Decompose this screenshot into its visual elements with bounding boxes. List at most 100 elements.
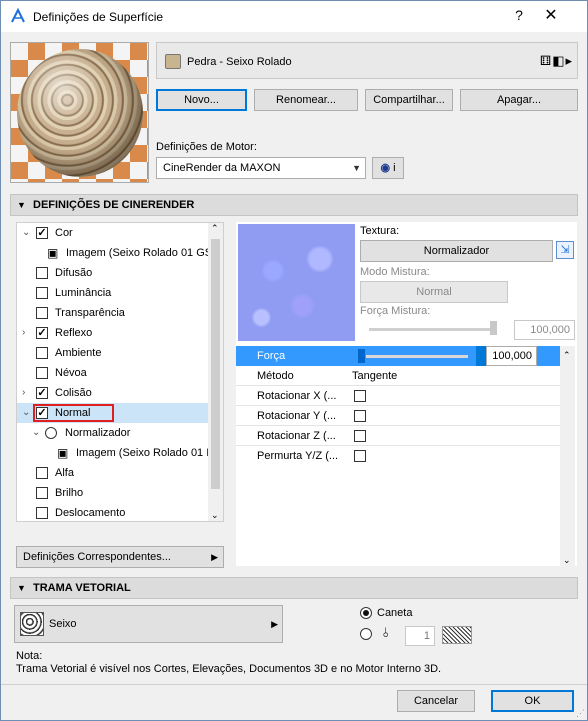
material-options-icon[interactable]: ⚅◧▸ — [540, 53, 573, 69]
checkbox-luminancia[interactable] — [36, 287, 48, 299]
material-name: Pedra - Seixo Rolado — [187, 56, 292, 68]
cancel-button[interactable]: Cancelar — [397, 690, 475, 712]
checkbox-ambiente[interactable] — [36, 347, 48, 359]
radio-pen-number[interactable] — [360, 628, 372, 640]
engine-info-button[interactable]: ◉ i — [372, 157, 404, 179]
checkbox-rot-z[interactable] — [354, 430, 366, 442]
tree-scrollbar[interactable]: ⌃ ⌄ — [208, 223, 223, 521]
prop-row-method[interactable]: Método Tangente — [236, 366, 572, 386]
checkbox-rot-x[interactable] — [354, 390, 366, 402]
blend-mode-label: Modo Mistura: — [360, 266, 430, 278]
chevron-down-icon: ▼ — [352, 163, 361, 173]
tree-item-alfa[interactable]: Alfa — [17, 463, 209, 483]
engine-value: CineRender da MAXON — [163, 162, 281, 174]
texture-button[interactable]: Normalizador — [360, 240, 553, 262]
tree-item-deslocamento[interactable]: Deslocamento — [17, 503, 209, 521]
checkbox-alfa[interactable] — [36, 467, 48, 479]
blend-strength-label: Força Mistura: — [360, 305, 431, 317]
material-selector[interactable]: Pedra - Seixo Rolado ⚅◧▸ — [156, 42, 578, 79]
scroll-down-icon[interactable]: ⌄ — [563, 555, 571, 566]
radio-dot — [363, 610, 369, 616]
rename-button[interactable]: Renomear... — [254, 89, 358, 111]
tree-item-luminancia[interactable]: Luminância — [17, 283, 209, 303]
prop-row-rot-x[interactable]: Rotacionar X (... — [236, 386, 572, 406]
checkbox-difusao[interactable] — [36, 267, 48, 279]
tree-item-brilho[interactable]: Brilho — [17, 483, 209, 503]
texture-preview — [238, 224, 355, 341]
cinerender-section-header[interactable]: ▼ DEFINIÇÕES DE CINERENDER — [10, 194, 578, 216]
checkbox-brilho[interactable] — [36, 487, 48, 499]
hatch-pattern-button[interactable]: Seixo ▶ — [14, 605, 283, 643]
prop-row-swap-yz[interactable]: Permurta Y/Z (... — [236, 446, 572, 466]
expand-icon[interactable]: ⌄ — [22, 403, 30, 423]
tree-item-ambiente[interactable]: Ambiente — [17, 343, 209, 363]
resize-grip-icon[interactable]: ⋰ — [576, 708, 585, 719]
tree-item-reflexo[interactable]: › ✓ Reflexo — [17, 323, 209, 343]
engine-label: Definições de Motor: — [156, 141, 257, 153]
expand-icon[interactable]: › — [22, 323, 25, 343]
pen-number-field[interactable]: 1 — [405, 626, 435, 646]
tree-item-difusao[interactable]: Difusão — [17, 263, 209, 283]
collapse-icon: ▼ — [17, 200, 26, 210]
blend-strength-knob[interactable] — [490, 321, 497, 335]
blend-strength-slider[interactable] — [369, 328, 497, 331]
strength-value[interactable]: 100,000 — [486, 346, 537, 366]
checkbox-normal[interactable]: ✓ — [36, 407, 48, 419]
strength-fill — [476, 346, 486, 366]
footer-divider — [1, 684, 587, 685]
expand-icon[interactable]: ⌄ — [32, 423, 40, 443]
tree-item-image-normal[interactable]: ▣ Imagem (Seixo Rolado 01 I — [17, 443, 209, 463]
window-title: Definições de Superfície — [33, 10, 164, 24]
matching-settings-button[interactable]: Definições Correspondentes... ▶ — [16, 546, 224, 568]
tree-item-cor[interactable]: ⌄ ✓ Cor — [17, 223, 209, 243]
checkbox-deslocamento[interactable] — [36, 507, 48, 519]
props-scrollbar[interactable]: ⌃ ⌄ — [560, 346, 575, 566]
new-button[interactable]: Novo... — [156, 89, 247, 111]
scroll-down-icon[interactable]: ⌄ — [211, 510, 219, 521]
ok-button[interactable]: OK — [491, 690, 574, 712]
note-text: Trama Vetorial é visível nos Cortes, Ele… — [16, 663, 442, 675]
material-preview — [10, 42, 149, 183]
texture-browse-icon[interactable]: ⇲ — [556, 241, 574, 259]
tree-item-normalizador[interactable]: ⌄ Normalizador — [17, 423, 209, 443]
tree-item-normal[interactable]: ⌄ ✓ Normal — [17, 403, 209, 423]
blend-mode-select[interactable]: Normal — [360, 281, 508, 303]
tree-item-colisao[interactable]: › ✓ Colisão — [17, 383, 209, 403]
help-icon[interactable]: ? — [509, 7, 529, 23]
engine-select[interactable]: CineRender da MAXON ▼ — [156, 157, 366, 179]
blend-strength-value[interactable]: 100,000 — [514, 320, 575, 340]
radio-pen[interactable] — [360, 607, 372, 619]
strength-slider[interactable] — [366, 355, 468, 358]
share-button[interactable]: Compartilhar... — [365, 89, 453, 111]
checkbox-swap-yz[interactable] — [354, 450, 366, 462]
checkbox-reflexo[interactable]: ✓ — [36, 327, 48, 339]
vector-hatch-section-header[interactable]: ▼ TRAMA VETORIAL — [10, 577, 578, 599]
scrollbar-thumb[interactable] — [211, 239, 220, 489]
checkbox-nevoa[interactable] — [36, 367, 48, 379]
scroll-up-icon[interactable]: ⌃ — [211, 223, 219, 234]
pen-color-swatch[interactable] — [442, 626, 472, 644]
prop-row-rot-y[interactable]: Rotacionar Y (... — [236, 406, 572, 426]
tree-item-image-color[interactable]: ▣ Imagem (Seixo Rolado 01 GS — [17, 243, 212, 263]
tree-item-transparencia[interactable]: Transparência — [17, 303, 209, 323]
title-bar: Definições de Superfície ? ✕ — [1, 1, 587, 32]
checkbox-transparencia[interactable] — [36, 307, 48, 319]
surface-settings-dialog: Definições de Superfície ? ✕ Pedra - Sei… — [0, 0, 588, 721]
pen-label: Caneta — [377, 607, 413, 619]
expand-icon[interactable]: ⌄ — [22, 223, 30, 243]
strength-knob[interactable] — [358, 349, 365, 363]
image-icon: ▣ — [57, 446, 69, 460]
delete-button[interactable]: Apagar... — [460, 89, 578, 111]
checkbox-cor[interactable]: ✓ — [36, 227, 48, 239]
method-value[interactable]: Tangente — [352, 366, 397, 386]
expand-icon[interactable]: › — [22, 383, 25, 403]
strength-fill-end — [537, 346, 558, 366]
tree-item-nevoa[interactable]: Névoa — [17, 363, 209, 383]
prop-row-rot-z[interactable]: Rotacionar Z (... — [236, 426, 572, 446]
checkbox-rot-y[interactable] — [354, 410, 366, 422]
engine-info-icon: ◉ — [380, 162, 394, 174]
scroll-up-icon[interactable]: ⌃ — [563, 350, 571, 361]
checkbox-colisao[interactable]: ✓ — [36, 387, 48, 399]
close-icon[interactable]: ✕ — [541, 5, 561, 25]
prop-row-strength[interactable]: Força 100,000 — [236, 346, 572, 366]
